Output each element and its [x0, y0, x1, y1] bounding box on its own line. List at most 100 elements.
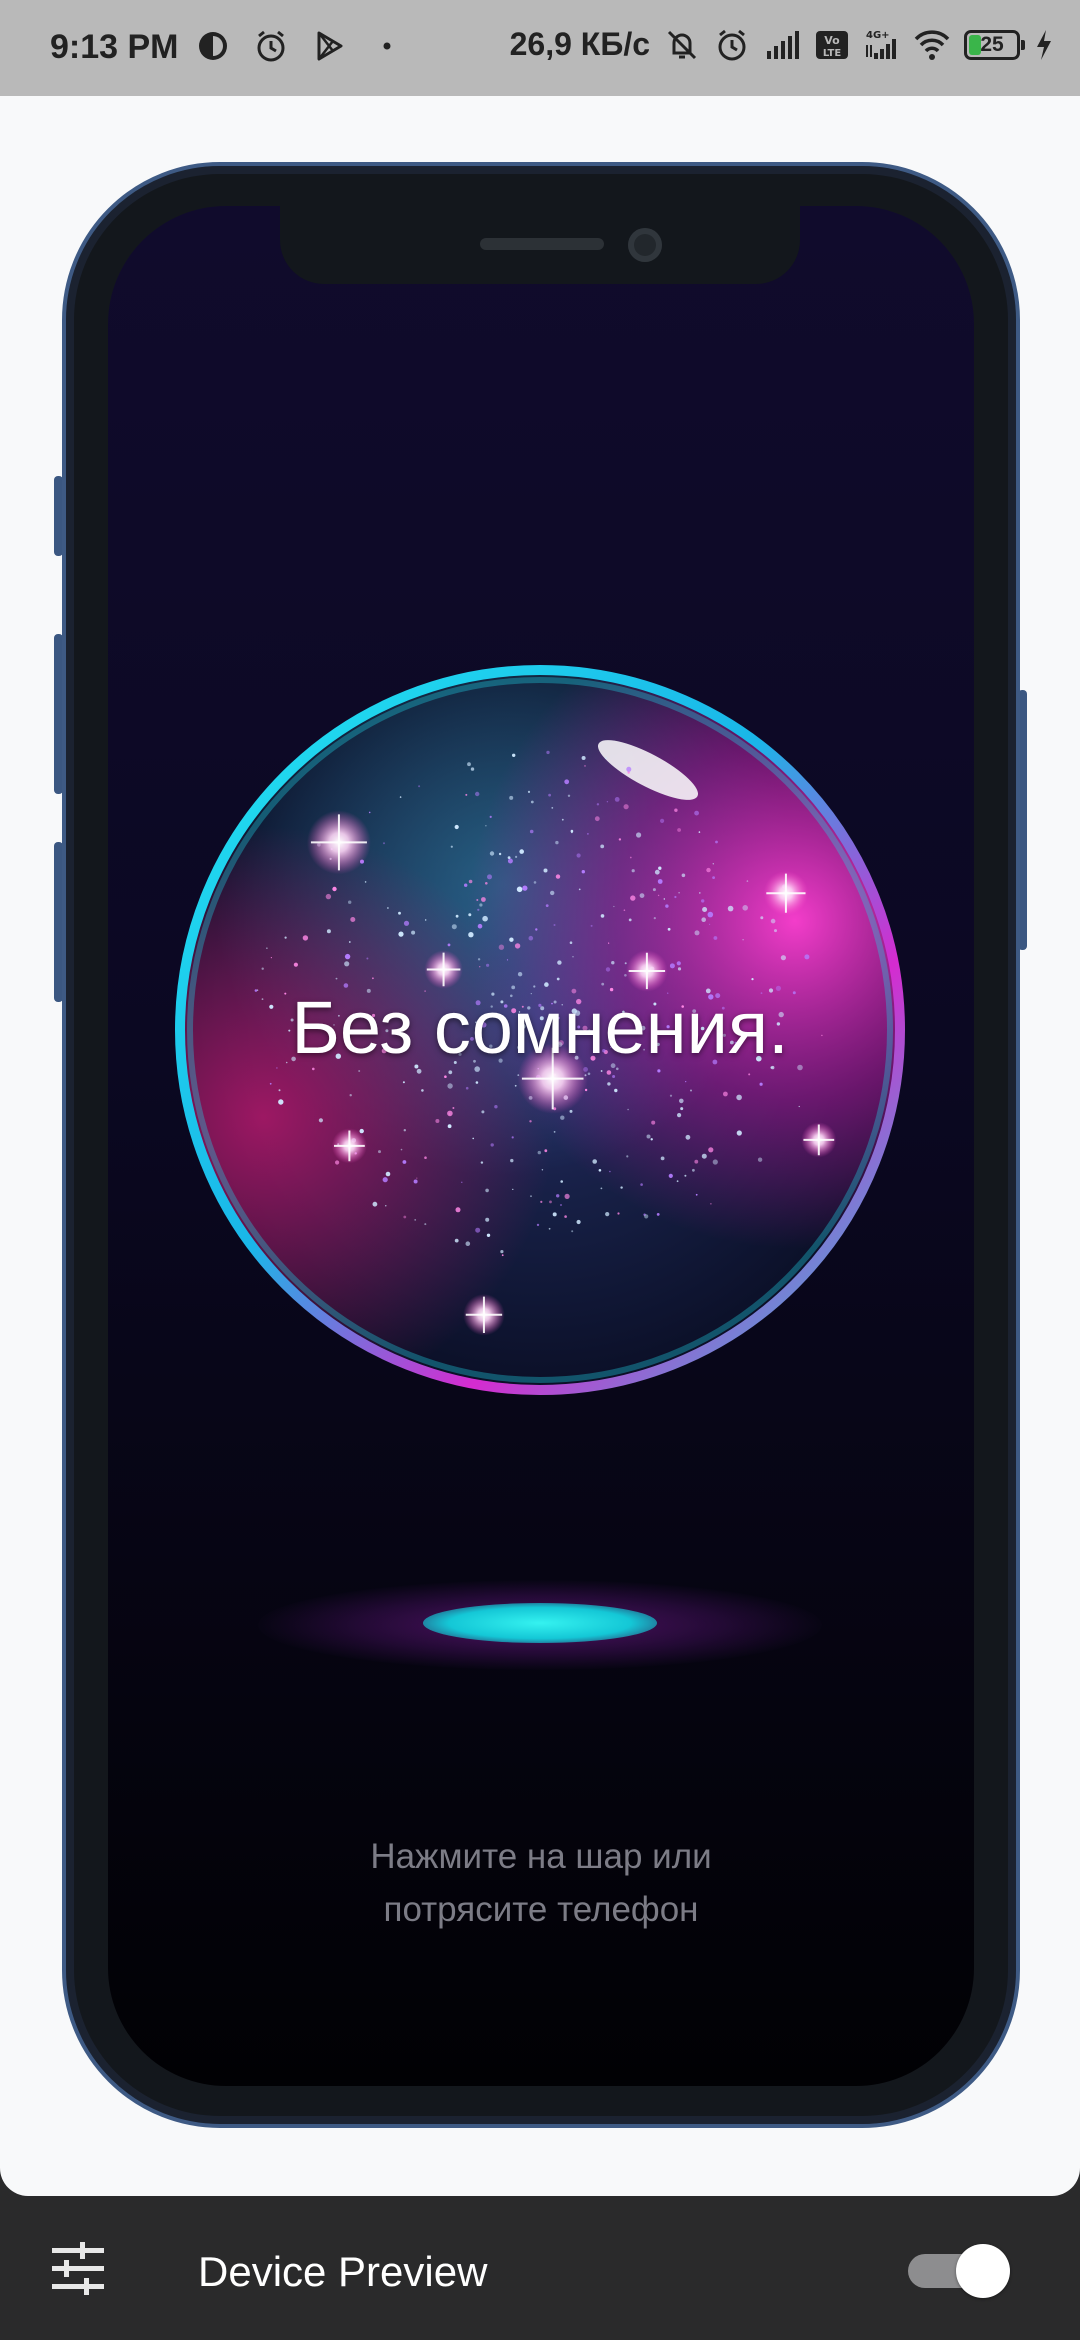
star-dot	[608, 942, 610, 944]
star-dot	[278, 1089, 281, 1092]
star-dot	[403, 920, 410, 926]
star-dot	[344, 961, 350, 967]
star-dot	[522, 885, 528, 891]
preview-toggle[interactable]	[908, 2236, 1010, 2300]
svg-text:LTE: LTE	[823, 48, 842, 59]
data-saver-icon	[195, 28, 231, 64]
star-dot	[511, 1136, 514, 1139]
star-dot	[564, 1215, 567, 1218]
star-dot	[600, 1070, 603, 1072]
star-dot	[551, 807, 554, 809]
star-dot	[715, 840, 718, 844]
star-dot	[411, 930, 416, 935]
hint-text: Нажмите на шар или потрясите телефон	[108, 1830, 974, 1936]
star-dot	[748, 1073, 751, 1076]
star-dot	[418, 785, 421, 788]
star-dot	[611, 961, 615, 965]
star-dot	[535, 928, 538, 931]
star-dot	[685, 1081, 687, 1083]
star-dot	[605, 1212, 610, 1217]
toggle-knob	[956, 2244, 1010, 2298]
star-dot	[335, 1160, 340, 1165]
star-dot	[543, 868, 548, 873]
star-dot	[482, 915, 488, 922]
star-dot	[692, 1168, 695, 1172]
star-dot	[690, 1089, 692, 1092]
star-dot	[564, 1193, 570, 1199]
star-dot	[681, 873, 686, 878]
tune-icon[interactable]	[50, 2240, 106, 2296]
star-dot	[517, 972, 523, 977]
star-dot	[398, 911, 401, 915]
star-dot	[372, 1201, 378, 1207]
status-time: 9:13 PM	[50, 28, 179, 66]
star-dot	[556, 1194, 560, 1198]
star-dot	[657, 879, 663, 884]
star-dot	[701, 917, 706, 922]
star-dot	[592, 1159, 597, 1164]
star-dot	[759, 1082, 763, 1086]
star-dot	[627, 1108, 629, 1111]
star-dot	[464, 883, 468, 887]
star-dot	[550, 890, 555, 896]
star-dot	[481, 1110, 485, 1114]
star-dot	[454, 1238, 459, 1243]
star-dot	[481, 897, 486, 902]
star-dot	[663, 898, 665, 900]
star-dot	[489, 851, 495, 856]
star-dot	[545, 904, 549, 907]
alarm-icon	[253, 28, 289, 64]
star-dot	[578, 888, 581, 891]
toolbar-title: Device Preview	[198, 2248, 488, 2295]
star-dot	[450, 845, 453, 848]
star-dot	[533, 881, 537, 884]
star-dot	[699, 892, 701, 894]
hint-line-2: потрясите телефон	[383, 1890, 699, 1929]
star-dot	[477, 923, 483, 929]
star-dot	[468, 879, 473, 884]
star-dot	[600, 844, 605, 849]
star-dot	[667, 927, 671, 931]
star-dot	[435, 1119, 440, 1123]
star-dot	[424, 1156, 427, 1159]
star-dot	[447, 943, 451, 947]
star-dot	[403, 1215, 407, 1219]
4g-signal-icon: 4G+	[864, 27, 900, 63]
star-dot	[385, 1171, 391, 1177]
star-dot	[549, 1200, 552, 1204]
device-preview-toolbar: Device Preview	[0, 2196, 1080, 2340]
star-dot	[424, 1223, 427, 1226]
star-dot	[403, 1129, 406, 1132]
status-left-icons	[195, 28, 405, 64]
star-dot	[712, 1159, 718, 1165]
status-right: 26,9 КБ/с Vo LTE 4G+ 25	[510, 26, 1054, 63]
star-dot	[654, 869, 660, 875]
star-dot	[751, 978, 754, 981]
star-dot	[620, 1186, 623, 1189]
battery-icon: 25	[964, 29, 1025, 60]
star-dot	[677, 967, 682, 971]
star-dot	[509, 937, 514, 942]
device-screen: Без сомнения. Нажмите на шар или потряси…	[108, 206, 974, 2086]
status-bar: 9:13 PM 26,9 КБ/с Vo LTE 4G+ 25	[0, 0, 1080, 96]
star-dot	[302, 935, 309, 941]
star-dot	[614, 797, 620, 802]
star-dot	[528, 935, 534, 941]
star-dot	[607, 1082, 611, 1086]
answer-text: Без сомнения.	[291, 986, 789, 1069]
star-dot	[398, 931, 404, 937]
star-dot	[710, 1203, 712, 1205]
star-dot	[560, 1115, 565, 1120]
star-dot	[746, 880, 749, 882]
star-dot	[556, 977, 560, 981]
star-dot	[479, 903, 483, 907]
star-dot	[519, 849, 524, 854]
star-dot	[678, 892, 680, 894]
star-dot	[569, 941, 573, 944]
star-dot	[668, 1173, 673, 1178]
star-dot	[452, 1107, 455, 1109]
star-dot	[646, 1134, 651, 1139]
ball-shadow-core	[423, 1603, 657, 1643]
star-dot	[694, 930, 700, 936]
star-dot	[757, 1157, 763, 1162]
